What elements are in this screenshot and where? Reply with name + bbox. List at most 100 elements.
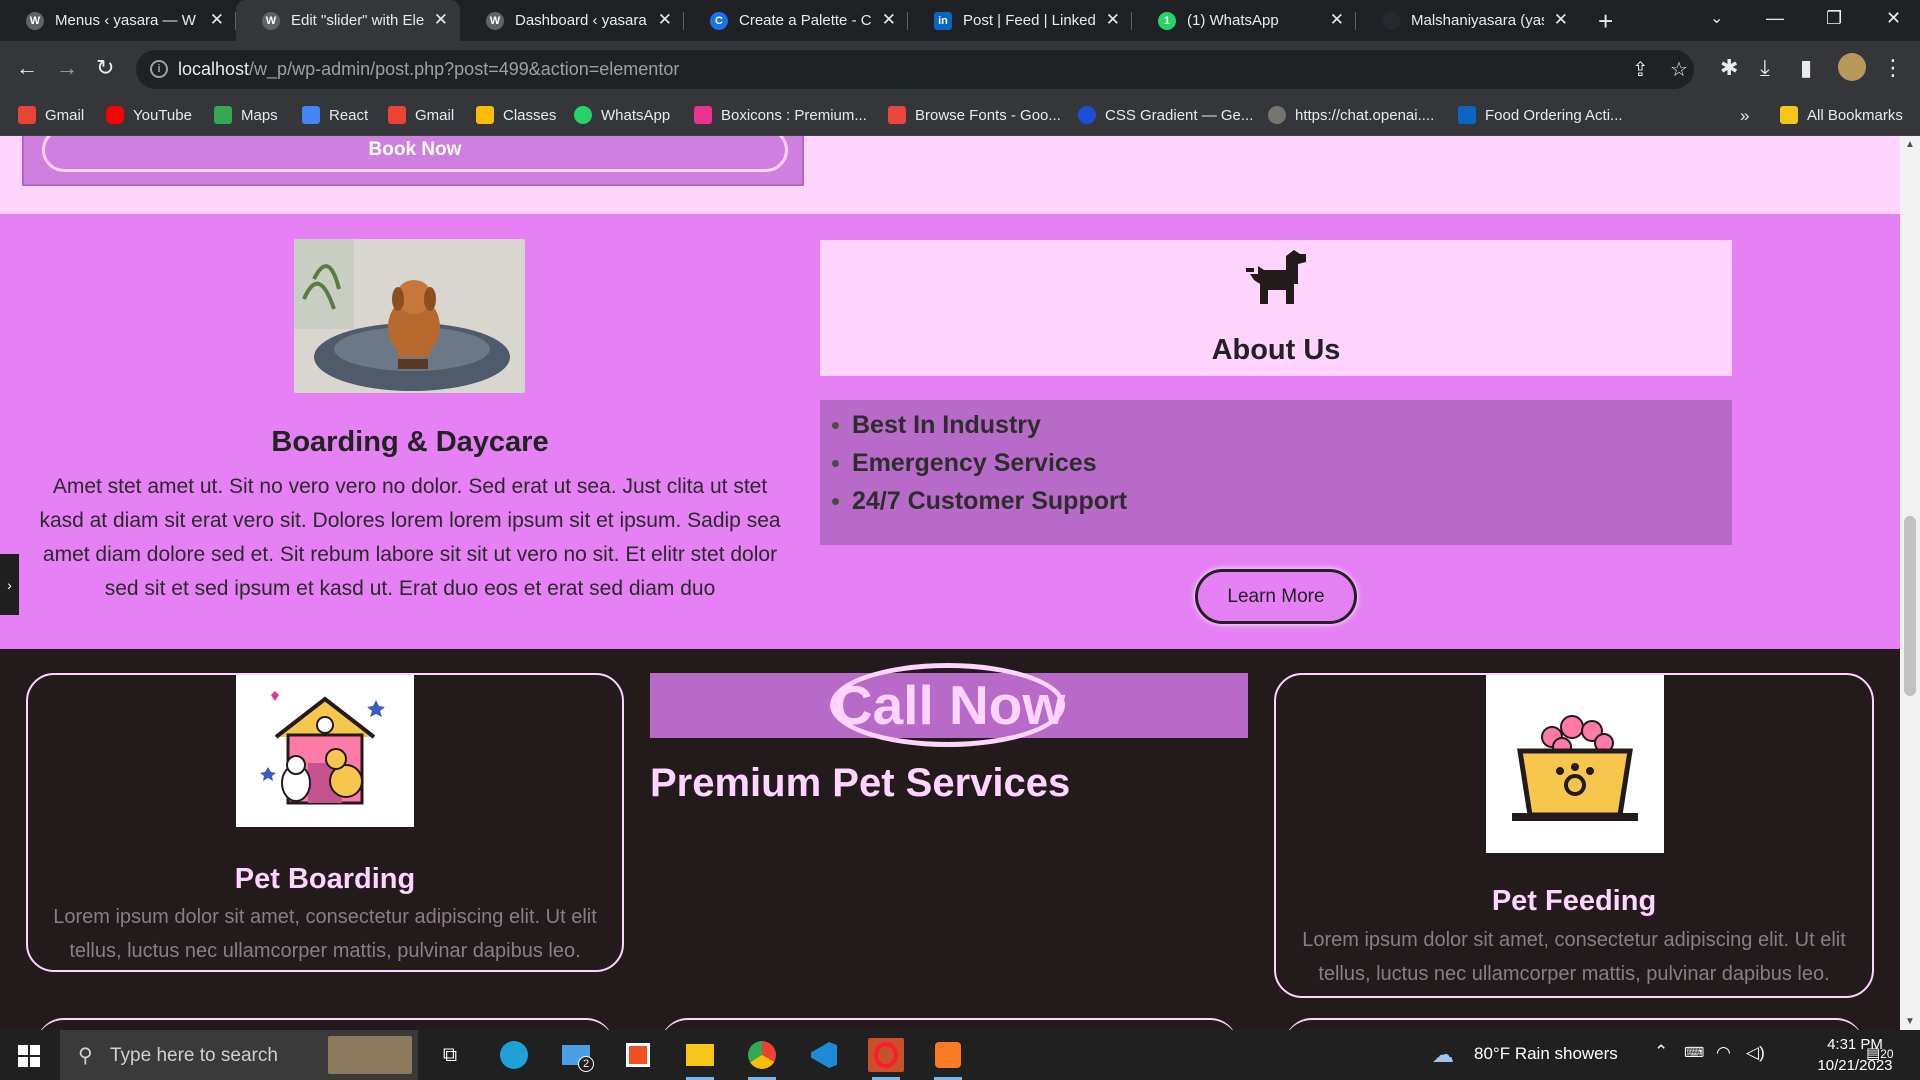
store-icon[interactable] [620, 1038, 656, 1072]
site-info-icon[interactable]: i [150, 60, 168, 78]
edge-icon[interactable] [496, 1038, 532, 1072]
restore-icon[interactable]: ❐ [1826, 8, 1842, 29]
download-icon[interactable]: ⤓ [1760, 56, 1770, 80]
about-header-box: About Us [820, 240, 1732, 376]
close-tab-icon[interactable]: ✕ [1554, 10, 1568, 30]
bookmark-whatsapp[interactable]: WhatsApp [574, 106, 670, 124]
book-now-button[interactable]: Book Now [42, 136, 788, 172]
bookmark-gmail-2[interactable]: Gmail [388, 106, 454, 124]
pet-feeding-card[interactable]: Pet Feeding Lorem ipsum dolor sit amet, … [1274, 673, 1874, 998]
call-now-text[interactable]: Call Now [650, 675, 1248, 735]
volume-icon[interactable]: ◁) [1746, 1043, 1765, 1063]
weather-text[interactable]: 80°F Rain showers [1474, 1044, 1618, 1064]
bookmark-google-fonts[interactable]: Browse Fonts - Goo... [888, 106, 1061, 124]
bookmark-react[interactable]: React [302, 106, 368, 124]
windows-start-icon[interactable] [18, 1045, 40, 1067]
tab-search-icon[interactable]: ⌄ [1710, 8, 1723, 28]
list-item: 24/7 Customer Support [832, 482, 1127, 520]
list-item: Best In Industry [832, 406, 1127, 444]
bookmark-classes[interactable]: Classes [476, 106, 556, 124]
back-icon[interactable]: ← [16, 56, 38, 80]
close-tab-icon[interactable]: ✕ [434, 10, 448, 30]
task-view-icon[interactable]: ⧉ [432, 1038, 468, 1072]
bookmark-maps[interactable]: Maps [214, 106, 278, 124]
browser-tab[interactable]: W Menus ‹ yasara — W ✕ [0, 0, 236, 41]
browser-tab[interactable]: 1 (1) WhatsApp ✕ [1132, 0, 1356, 41]
vscode-icon[interactable] [806, 1038, 842, 1072]
mail-icon[interactable]: 2 [558, 1038, 594, 1072]
bookmark-food-ordering[interactable]: Food Ordering Acti... [1458, 106, 1623, 124]
linkedin-icon [1458, 106, 1476, 124]
card-title: Pet Boarding [234, 863, 416, 895]
windows-taskbar: ⚲ Type here to search ⧉ 2 ☁ 80°F Rain sh… [0, 1030, 1920, 1080]
browser-tab[interactable]: Malshaniyasara (yasa ✕ [1356, 0, 1580, 41]
tab-title: Menus ‹ yasara — W [55, 12, 196, 29]
close-tab-icon[interactable]: ✕ [882, 10, 896, 30]
about-us-title: About Us [1211, 334, 1341, 366]
wifi-icon[interactable]: ◠ [1716, 1043, 1731, 1063]
bookmark-gmail[interactable]: Gmail [18, 106, 84, 124]
bookmark-label: Gmail [45, 106, 85, 124]
close-window-icon[interactable]: ✕ [1886, 8, 1901, 29]
url-text[interactable]: localhost/w_p/wp-admin/post.php?post=499… [178, 59, 679, 80]
close-tab-icon[interactable]: ✕ [1106, 10, 1120, 30]
close-tab-icon[interactable]: ✕ [210, 10, 224, 30]
scroll-down-icon[interactable]: ▼ [1905, 1016, 1915, 1027]
pet-boarding-card[interactable]: Pet Boarding Lorem ipsum dolor sit amet,… [26, 673, 624, 972]
tab-title: (1) WhatsApp [1187, 12, 1279, 29]
list-item: Emergency Services [832, 444, 1127, 482]
bookmark-label: Classes [503, 106, 557, 124]
page-scrollbar[interactable]: ▲ ▼ [1900, 136, 1920, 1030]
boarding-description: Amet stet amet ut. Sit no vero vero no d… [39, 475, 781, 600]
scroll-up-icon[interactable]: ▲ [1905, 139, 1915, 150]
browser-tab[interactable]: in Post | Feed | LinkedIn ✕ [908, 0, 1132, 41]
services-section: Pet Boarding Lorem ipsum dolor sit amet,… [0, 649, 1900, 1030]
bookmark-label: CSS Gradient — Ge... [1105, 106, 1254, 124]
dog-bed-photo [294, 239, 525, 393]
weather-icon[interactable]: ☁ [1432, 1042, 1454, 1068]
side-panel-icon[interactable]: ▮ [1800, 56, 1812, 80]
opera-icon[interactable] [868, 1038, 904, 1080]
learn-more-button[interactable]: Learn More [1195, 569, 1357, 624]
bookmark-boxicons[interactable]: Boxicons : Premium... [694, 106, 867, 124]
chrome-icon[interactable] [744, 1038, 780, 1080]
bookmark-openai[interactable]: https://chat.openai.... [1268, 106, 1434, 124]
close-tab-icon[interactable]: ✕ [1330, 10, 1344, 30]
file-explorer-icon[interactable] [682, 1038, 718, 1080]
minimize-icon[interactable]: — [1766, 8, 1784, 29]
bookmarks-overflow-button[interactable]: » [1740, 106, 1749, 126]
panel-toggle-icon[interactable]: › [0, 554, 19, 615]
coolors-icon: C [710, 11, 728, 30]
browser-tab-bar: W Menus ‹ yasara — W ✕ W Edit "slider" w… [0, 0, 1920, 41]
notification-center-icon[interactable]: ▤20 [1866, 1044, 1894, 1062]
browser-tab[interactable]: W Dashboard ‹ yasara – ✕ [460, 0, 684, 41]
forward-icon[interactable]: → [56, 56, 78, 80]
menu-icon[interactable]: ⋮ [1882, 56, 1904, 80]
call-now-banner[interactable]: Call Now [650, 663, 1248, 747]
pet-house-image [236, 675, 414, 827]
xampp-icon[interactable] [930, 1038, 966, 1080]
openai-icon [1268, 106, 1286, 124]
react-icon [302, 106, 320, 124]
extensions-icon[interactable]: ✱ [1720, 56, 1738, 80]
scrollbar-thumb[interactable] [1904, 516, 1916, 696]
language-icon[interactable]: ⌨ [1684, 1044, 1704, 1061]
tab-title: Malshaniyasara (yasa [1411, 12, 1544, 29]
premium-services-title: Premium Pet Services [650, 761, 1071, 805]
close-tab-icon[interactable]: ✕ [658, 10, 672, 30]
bookmark-css-gradient[interactable]: CSS Gradient — Ge... [1078, 106, 1253, 124]
all-bookmarks-folder[interactable]: All Bookmarks [1780, 106, 1903, 124]
browser-tab[interactable]: C Create a Palette - Co ✕ [684, 0, 908, 41]
reload-icon[interactable]: ↻ [96, 56, 114, 80]
next-card-peek [1284, 1018, 1864, 1030]
search-icon: ⚲ [78, 1045, 93, 1067]
bookmark-star-icon[interactable]: ☆ [1670, 57, 1688, 82]
profile-avatar[interactable] [1838, 53, 1866, 81]
new-tab-icon[interactable]: + [1598, 6, 1613, 37]
address-bar[interactable]: i localhost/w_p/wp-admin/post.php?post=4… [136, 50, 1694, 89]
tray-chevron-icon[interactable]: ⌃ [1654, 1042, 1668, 1062]
browser-tab-active[interactable]: W Edit "slider" with Elem ✕ [236, 0, 460, 41]
taskbar-search-box[interactable]: ⚲ Type here to search [60, 1030, 418, 1080]
bookmark-youtube[interactable]: YouTube [106, 106, 192, 124]
share-icon[interactable]: ⇪ [1632, 57, 1649, 82]
